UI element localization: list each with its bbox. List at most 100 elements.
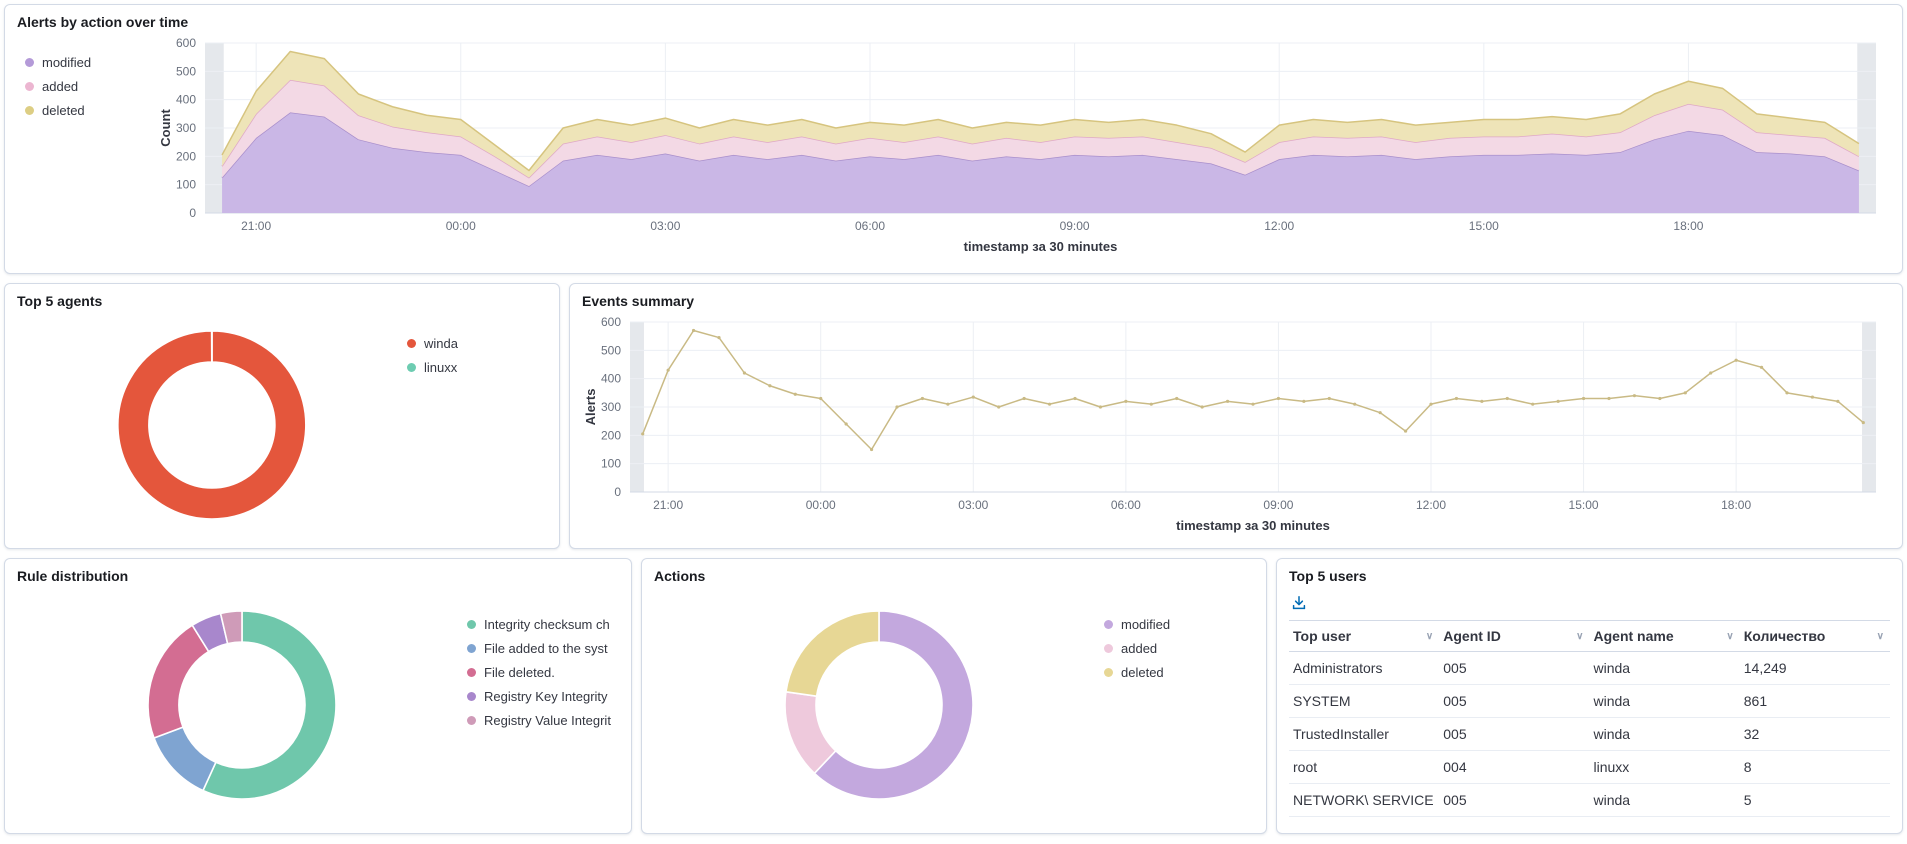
legend-item[interactable]: Registry Value Integrit	[467, 713, 619, 728]
sort-chevron-icon: ∨	[1576, 630, 1584, 642]
legend-item[interactable]: modified	[25, 54, 157, 70]
panel-top5-agents: Top 5 agents winda linuxx	[4, 283, 560, 549]
legend-item[interactable]: linuxx	[407, 360, 547, 375]
svg-text:500: 500	[601, 343, 621, 357]
legend-item[interactable]: Integrity checksum ch	[467, 616, 619, 632]
svg-text:200: 200	[176, 149, 196, 163]
table-cell: 5	[1739, 783, 1890, 817]
legend-item[interactable]: File added to the syst	[467, 640, 619, 656]
sort-chevron-icon: ∨	[1726, 630, 1734, 642]
actions-donut-chart[interactable]	[654, 587, 1104, 823]
svg-text:21:00: 21:00	[653, 498, 683, 512]
panel-events-summary: Events summary 0 100 200 300 400 500 600 21:00 0…	[569, 283, 1903, 549]
legend-item[interactable]: modified	[1104, 616, 1254, 632]
alerts-area-chart[interactable]: 0 100 200 300 400 500 600 21:00 00:00 03:00 06:00 0…	[157, 33, 1890, 257]
legend-dot-icon	[1104, 667, 1113, 677]
svg-text:09:00: 09:00	[1263, 498, 1293, 512]
legend-label: winda	[424, 335, 458, 351]
table-cell: SYSTEM	[1289, 684, 1440, 718]
events-line-chart[interactable]: 0 100 200 300 400 500 600 21:00 00:00 03:00 06:00 0…	[582, 312, 1890, 536]
legend-item[interactable]: added	[1104, 640, 1254, 656]
panel-alerts-by-action: Alerts by action over time modified added…	[4, 4, 1903, 274]
panel-title-actions: Actions	[654, 568, 706, 584]
table-cell: 8	[1739, 750, 1890, 784]
legend-label: added	[42, 78, 79, 94]
table-cell: winda	[1589, 717, 1740, 751]
table-cell: 005	[1439, 783, 1590, 817]
panel-title-top5-agents: Top 5 agents	[17, 293, 103, 309]
legend-item[interactable]: Registry Key Integrity	[467, 688, 619, 704]
svg-text:300: 300	[601, 400, 621, 414]
panel-top5-users: Top 5 users Top user ∨ Agent ID ∨ Agent name…	[1276, 558, 1903, 834]
column-header[interactable]: Top user ∨	[1289, 620, 1440, 652]
svg-text:200: 200	[601, 428, 621, 442]
legend-dot-icon	[467, 715, 476, 725]
column-label: Количество	[1743, 628, 1826, 644]
rule-panel-body: Integrity checksum ch File added to the s…	[17, 587, 619, 823]
legend-item[interactable]: File deleted.	[467, 664, 619, 680]
panel-actions: Actions modified added deleted	[641, 558, 1267, 834]
svg-text:15:00: 15:00	[1469, 219, 1499, 233]
svg-text:400: 400	[176, 93, 196, 107]
svg-text:12:00: 12:00	[1416, 498, 1446, 512]
legend-label: modified	[42, 54, 92, 70]
legend-label: Integrity checksum ch	[484, 616, 610, 632]
svg-text:100: 100	[601, 457, 621, 471]
table-cell: winda	[1589, 651, 1740, 685]
legend-label: Registry Key Integrity	[484, 688, 608, 704]
table-cell: 004	[1439, 750, 1590, 784]
legend-item[interactable]: deleted	[1104, 664, 1254, 680]
legend-label: deleted	[42, 102, 85, 118]
table-row: TrustedInstaller 005 winda 32	[1289, 717, 1890, 751]
legend-dot-icon	[25, 81, 34, 91]
column-header[interactable]: Agent ID ∨	[1439, 620, 1590, 652]
legend-dot-icon	[407, 338, 416, 348]
legend-item[interactable]: deleted	[25, 102, 157, 118]
top-users-table: Top user ∨ Agent ID ∨ Agent name ∨ Количество ∨…	[1289, 620, 1890, 817]
legend-label: added	[1121, 640, 1158, 656]
svg-text:12:00: 12:00	[1264, 219, 1294, 233]
panel-title-alerts-by-action: Alerts by action over time	[17, 14, 189, 30]
legend-label: File added to the syst	[484, 640, 608, 656]
download-icon	[1292, 596, 1306, 610]
legend-dot-icon	[467, 619, 476, 629]
panel-title-events-summary: Events summary	[582, 293, 695, 309]
legend-label: modified	[1121, 616, 1171, 632]
table-cell: TrustedInstaller	[1289, 717, 1440, 751]
agents-panel-body: winda linuxx	[17, 312, 547, 538]
svg-text:03:00: 03:00	[958, 498, 988, 512]
table-cell: 005	[1439, 717, 1590, 751]
table-cell: winda	[1589, 783, 1740, 817]
dashboard-row-1: Alerts by action over time modified added…	[4, 4, 1903, 274]
rule-donut-chart[interactable]	[17, 587, 467, 823]
legend-dot-icon	[25, 57, 34, 67]
svg-text:00:00: 00:00	[806, 498, 836, 512]
sort-chevron-icon: ∨	[1876, 630, 1884, 642]
svg-text:06:00: 06:00	[1111, 498, 1141, 512]
panel-rule-distribution: Rule distribution Integrity checksum ch F…	[4, 558, 632, 834]
legend-label: deleted	[1121, 664, 1164, 680]
column-label: Agent name	[1593, 628, 1674, 644]
column-header[interactable]: Количество ∨	[1739, 620, 1890, 652]
actions-chart-legend: modified added deleted	[1104, 587, 1254, 823]
svg-text:400: 400	[601, 372, 621, 386]
svg-text:0: 0	[189, 206, 196, 220]
column-header[interactable]: Agent name ∨	[1589, 620, 1740, 652]
legend-dot-icon	[467, 691, 476, 701]
legend-dot-icon	[467, 667, 476, 677]
legend-label: File deleted.	[484, 664, 555, 680]
legend-item[interactable]: winda	[407, 335, 547, 351]
svg-text:timestamp за 30 minutes: timestamp за 30 minutes	[1176, 518, 1330, 533]
agents-donut-chart[interactable]	[17, 312, 407, 538]
legend-item[interactable]: added	[25, 78, 157, 94]
download-button[interactable]	[1289, 593, 1309, 613]
svg-text:100: 100	[176, 178, 196, 192]
legend-dot-icon	[1104, 619, 1113, 629]
table-cell: 14,249	[1739, 651, 1890, 685]
alerts-chart-legend: modified added deleted	[17, 33, 157, 257]
svg-text:Alerts: Alerts	[583, 389, 598, 426]
rule-chart-legend: Integrity checksum ch File added to the s…	[467, 587, 619, 823]
svg-text:600: 600	[601, 315, 621, 329]
svg-text:03:00: 03:00	[650, 219, 680, 233]
table-cell: NETWORK\ SERVICE	[1289, 783, 1440, 817]
